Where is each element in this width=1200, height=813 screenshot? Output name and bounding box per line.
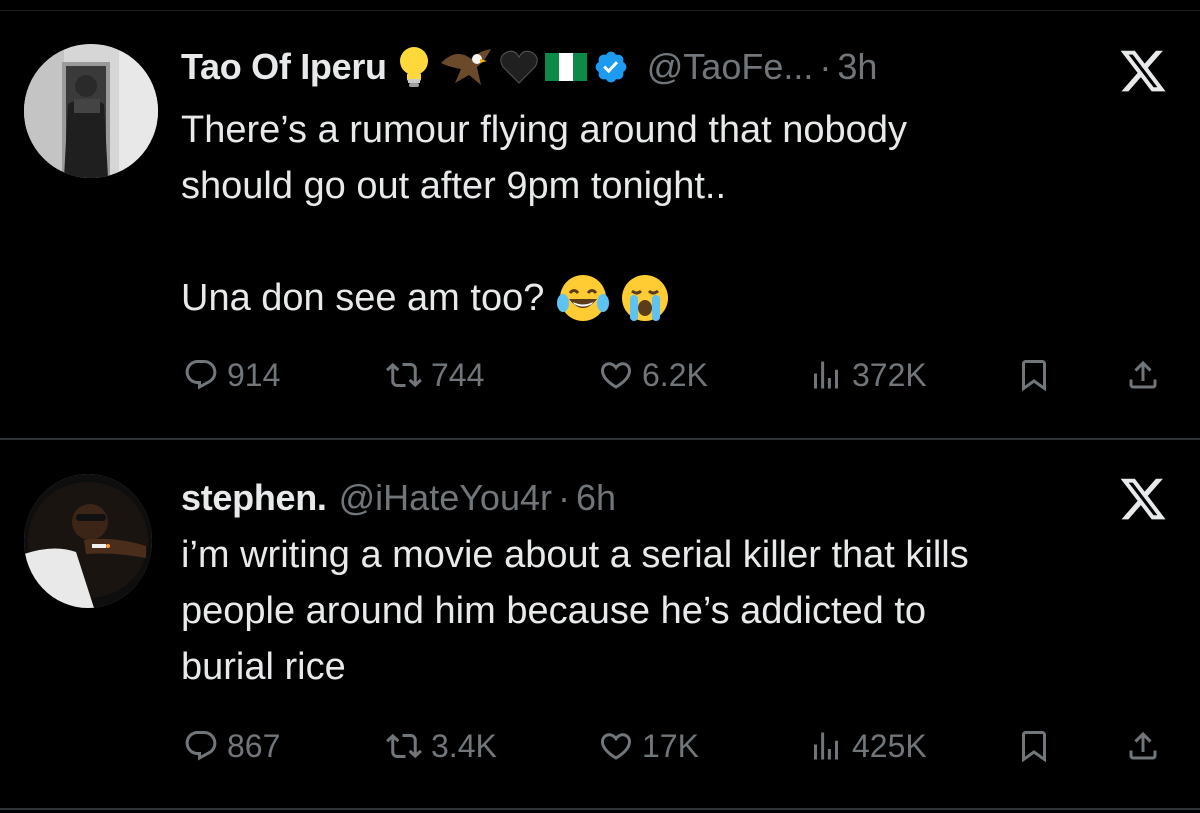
tweet-line: people around him because he’s addicted … <box>181 590 927 632</box>
views-icon <box>814 732 838 760</box>
time-separator: · <box>558 477 570 518</box>
user-handle[interactable]: @TaoFe... <box>647 45 814 89</box>
share-button[interactable] <box>1125 353 1169 397</box>
repost-button[interactable]: 3.4K <box>385 724 497 768</box>
like-icon <box>600 362 632 389</box>
eagle-emoji-icon <box>440 49 491 85</box>
tweet-line: burial rice <box>181 646 346 688</box>
tweet-line: should go out after 9pm tonight.. <box>181 165 727 207</box>
repost-count: 3.4K <box>431 727 497 764</box>
nigeria-flag-emoji-icon <box>544 53 587 81</box>
tweet-line: i’m writing a movie about a serial kille… <box>181 534 969 576</box>
bookmark-icon <box>1022 731 1046 763</box>
tweet-line: There’s a rumour flying around that nobo… <box>181 109 907 151</box>
display-name[interactable]: Tao Of Iperu <box>181 45 387 89</box>
loudly-crying-emoji-icon <box>622 275 669 321</box>
tweet-actions: 867 3.4K 17K 425K <box>180 724 1170 768</box>
repost-count: 744 <box>431 356 485 393</box>
like-icon <box>600 733 632 760</box>
bookmark-button[interactable] <box>1016 724 1060 768</box>
share-button[interactable] <box>1125 724 1169 768</box>
reply-count: 914 <box>227 356 281 393</box>
lightbulb-emoji-icon <box>399 47 428 87</box>
tweet-header: Tao Of Iperu @TaoFe... · 3h <box>181 45 877 89</box>
tweet-header: stephen. @iHateYou4r · 6h <box>181 476 616 520</box>
x-logo-icon <box>1118 46 1168 96</box>
reply-button[interactable]: 914 <box>183 353 280 397</box>
like-count: 17K <box>642 727 699 764</box>
share-icon <box>1129 731 1157 760</box>
views-count: 425K <box>852 727 927 764</box>
display-name[interactable]: stephen. <box>181 476 327 520</box>
bookmark-button[interactable] <box>1016 353 1060 397</box>
x-logo-icon <box>1118 474 1168 524</box>
tweet-line <box>181 214 1141 270</box>
like-button[interactable]: 6.2K <box>598 353 708 397</box>
tweet-actions: 914 744 6.2K 372K <box>180 353 1170 397</box>
black-heart-emoji-icon <box>500 50 538 84</box>
like-button[interactable]: 17K <box>598 724 699 768</box>
name-badges <box>395 45 635 89</box>
time-separator: · <box>819 46 832 87</box>
timestamp[interactable]: 6h <box>576 476 616 520</box>
bottom-divider <box>0 808 1200 810</box>
user-handle[interactable]: @iHateYou4r <box>339 476 552 520</box>
tweet-text: There’s a rumour flying around that nobo… <box>181 102 1141 326</box>
views-button[interactable]: 372K <box>808 353 927 397</box>
timestamp[interactable]: 3h <box>837 45 877 89</box>
reply-icon <box>185 731 217 761</box>
like-count: 6.2K <box>642 356 708 393</box>
verified-badge-icon <box>595 51 627 83</box>
avatar[interactable] <box>24 44 158 178</box>
repost-button[interactable]: 744 <box>385 353 484 397</box>
tweet-line: Una don see am too? <box>181 277 545 319</box>
views-button[interactable]: 425K <box>808 724 927 768</box>
repost-icon <box>386 362 422 388</box>
laughing-tears-emoji-icon <box>557 275 610 321</box>
views-icon <box>814 361 838 389</box>
repost-icon <box>386 733 422 759</box>
reply-count: 867 <box>227 727 281 764</box>
share-icon <box>1129 360 1157 389</box>
tweet[interactable]: Tao Of Iperu @TaoFe... · 3h There’s a ru… <box>0 0 1200 440</box>
reply-button[interactable]: 867 <box>183 724 280 768</box>
reply-icon <box>185 360 217 390</box>
tweet[interactable]: stephen. @iHateYou4r · 6h i’m writing a … <box>0 441 1200 813</box>
tweet-text: i’m writing a movie about a serial kille… <box>181 527 1161 695</box>
tweet-divider <box>0 438 1200 440</box>
bookmark-icon <box>1022 360 1046 392</box>
views-count: 372K <box>852 356 927 393</box>
tweet-line-with-emoji: Una don see am too? <box>181 270 1141 326</box>
avatar[interactable] <box>24 474 152 608</box>
